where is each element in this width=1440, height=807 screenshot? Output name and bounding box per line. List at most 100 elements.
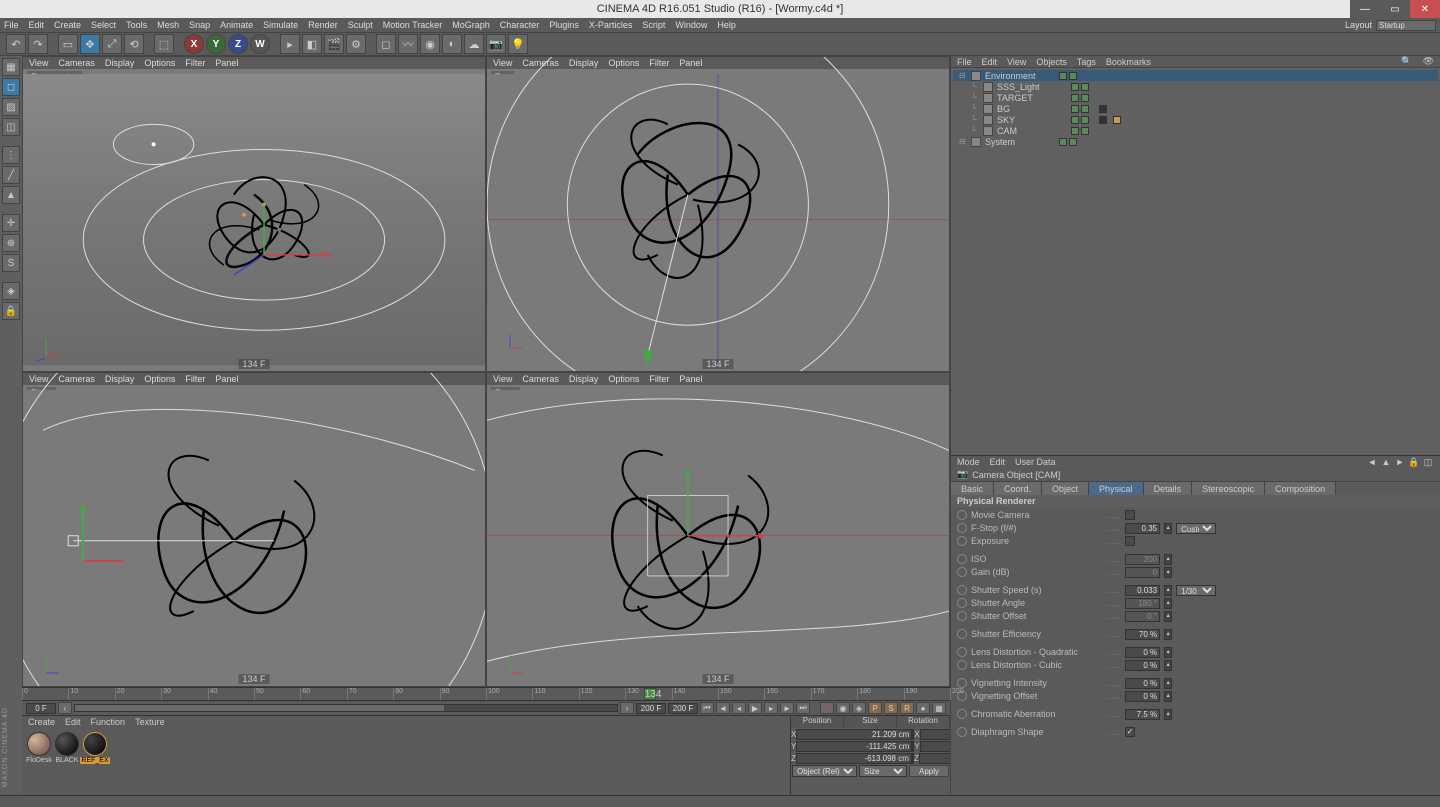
prev-frame-button[interactable]: ◂ xyxy=(732,702,746,714)
current-frame-input[interactable] xyxy=(668,703,698,714)
checkbox[interactable] xyxy=(1125,510,1135,520)
material-item[interactable]: BLACK xyxy=(54,732,80,791)
am-menu-userdata[interactable]: User Data xyxy=(1015,457,1056,467)
playhead[interactable]: 134 xyxy=(644,688,656,700)
value-input[interactable] xyxy=(1125,629,1160,640)
preset-select[interactable]: Custom xyxy=(1176,523,1216,534)
prev-key-button[interactable]: ◄ xyxy=(716,702,730,714)
render-region-button[interactable]: ◧ xyxy=(302,34,322,54)
mat-menu-create[interactable]: Create xyxy=(28,717,55,727)
spin-end[interactable]: › xyxy=(620,702,634,714)
om-menu-objects[interactable]: Objects xyxy=(1036,57,1067,67)
rotate-tool[interactable]: ⟲ xyxy=(124,34,144,54)
eye-icon[interactable]: 👁 xyxy=(1423,56,1434,67)
menu-mograph[interactable]: MoGraph xyxy=(452,20,490,30)
pos-z-input[interactable] xyxy=(796,753,912,764)
close-button[interactable]: ✕ xyxy=(1410,0,1440,18)
key-scale-button[interactable]: S xyxy=(884,702,898,714)
menu-render[interactable]: Render xyxy=(308,20,338,30)
pos-x-input[interactable] xyxy=(796,729,912,740)
viewport-top[interactable]: ViewCamerasDisplayOptionsFilterPanel Top xyxy=(487,57,949,371)
object-row[interactable]: ⊟System xyxy=(953,136,1438,147)
menu-plugins[interactable]: Plugins xyxy=(549,20,579,30)
am-menu-edit[interactable]: Edit xyxy=(990,457,1006,467)
snap-toggle[interactable]: ⊕ xyxy=(2,234,20,252)
vp-menu-view[interactable]: View xyxy=(29,58,48,68)
preset-select[interactable]: 1/30 s xyxy=(1176,585,1216,596)
keyframe-sel-button[interactable]: ◈ xyxy=(852,702,866,714)
scale-tool[interactable]: ⤢ xyxy=(102,34,122,54)
axis-mode[interactable]: ✛ xyxy=(2,214,20,232)
recent-tool[interactable]: ⬚ xyxy=(154,34,174,54)
viewport-right[interactable]: ViewCamerasDisplayOptionsFilterPanel Rig… xyxy=(23,373,485,687)
x-axis-lock[interactable]: X xyxy=(184,34,204,54)
material-item[interactable]: REF_EX xyxy=(82,732,108,791)
vp-menu-cameras[interactable]: Cameras xyxy=(58,58,95,68)
value-input[interactable] xyxy=(1125,660,1160,671)
autokey-button[interactable]: ◉ xyxy=(836,702,850,714)
tab-coord[interactable]: Coord. xyxy=(994,482,1042,495)
edges-mode[interactable]: ╱ xyxy=(2,166,20,184)
object-row[interactable]: └TARGET xyxy=(953,92,1438,103)
maximize-button[interactable]: ▭ xyxy=(1380,0,1410,18)
play-button[interactable]: ▶ xyxy=(748,702,762,714)
render-view-button[interactable]: ▸ xyxy=(280,34,300,54)
search-icon[interactable]: 🔍 xyxy=(1401,56,1412,67)
menu-motion-tracker[interactable]: Motion Tracker xyxy=(383,20,443,30)
value-input[interactable] xyxy=(1125,523,1160,534)
deformer-button[interactable]: ◐ xyxy=(442,34,462,54)
vp-menu-panel[interactable]: Panel xyxy=(215,58,238,68)
spline-primitive[interactable]: 〰 xyxy=(398,34,418,54)
menu-xparticles[interactable]: X-Particles xyxy=(589,20,633,30)
menu-snap[interactable]: Snap xyxy=(189,20,210,30)
nav-up-icon[interactable]: ▲ xyxy=(1380,457,1392,467)
start-frame-input[interactable] xyxy=(26,703,56,714)
lock-icon[interactable]: 🔒 xyxy=(1408,457,1420,467)
object-row[interactable]: ⊟Environment xyxy=(953,70,1438,81)
tab-object[interactable]: Object xyxy=(1042,482,1089,495)
y-axis-lock[interactable]: Y xyxy=(206,34,226,54)
menu-create[interactable]: Create xyxy=(54,20,81,30)
menu-simulate[interactable]: Simulate xyxy=(263,20,298,30)
move-tool[interactable]: ✥ xyxy=(80,34,100,54)
layout-select[interactable] xyxy=(1376,20,1436,31)
redo-button[interactable]: ↷ xyxy=(28,34,48,54)
timeline-slider[interactable] xyxy=(74,704,618,712)
nav-fwd-icon[interactable]: ► xyxy=(1394,457,1406,467)
tab-details[interactable]: Details xyxy=(1144,482,1193,495)
vp-menu-options[interactable]: Options xyxy=(144,58,175,68)
select-tool[interactable]: ▭ xyxy=(58,34,78,54)
menu-animate[interactable]: Animate xyxy=(220,20,253,30)
om-menu-bookmarks[interactable]: Bookmarks xyxy=(1106,57,1151,67)
mat-menu-edit[interactable]: Edit xyxy=(65,717,81,727)
mat-menu-texture[interactable]: Texture xyxy=(135,717,165,727)
value-input[interactable] xyxy=(1125,585,1160,596)
value-input[interactable] xyxy=(1125,709,1160,720)
workplane-button[interactable]: ◈ xyxy=(2,282,20,300)
make-editable-button[interactable]: ▦ xyxy=(2,58,20,76)
apply-button[interactable]: Apply xyxy=(909,765,949,777)
menu-select[interactable]: Select xyxy=(91,20,116,30)
menu-window[interactable]: Window xyxy=(675,20,707,30)
timeline-ruler[interactable]: 0102030405060708090100110120130140150160… xyxy=(22,687,950,701)
object-row[interactable]: └CAM xyxy=(953,125,1438,136)
menu-tools[interactable]: Tools xyxy=(126,20,147,30)
viewport-front[interactable]: ViewCamerasDisplayOptionsFilterPanel Fro… xyxy=(487,373,949,687)
render-settings-button[interactable]: ⚙ xyxy=(346,34,366,54)
record-button[interactable]: ● xyxy=(820,702,834,714)
render-pv-button[interactable]: 🎬 xyxy=(324,34,344,54)
menu-script[interactable]: Script xyxy=(642,20,665,30)
viewport-perspective[interactable]: View Cameras Display Options Filter Pane… xyxy=(23,57,485,371)
object-row[interactable]: └SSS_Light xyxy=(953,81,1438,92)
object-row[interactable]: └BG xyxy=(953,103,1438,114)
goto-start-button[interactable]: ⏮ xyxy=(700,702,714,714)
next-key-button[interactable]: ► xyxy=(780,702,794,714)
material-item[interactable]: FloDesk xyxy=(26,732,52,791)
vp-menu-display[interactable]: Display xyxy=(105,58,135,68)
menu-file[interactable]: File xyxy=(4,20,19,30)
environment-button[interactable]: ☁ xyxy=(464,34,484,54)
value-input[interactable] xyxy=(1125,678,1160,689)
om-menu-file[interactable]: File xyxy=(957,57,972,67)
polygons-mode[interactable]: ▲ xyxy=(2,186,20,204)
world-axis[interactable]: W xyxy=(250,34,270,54)
